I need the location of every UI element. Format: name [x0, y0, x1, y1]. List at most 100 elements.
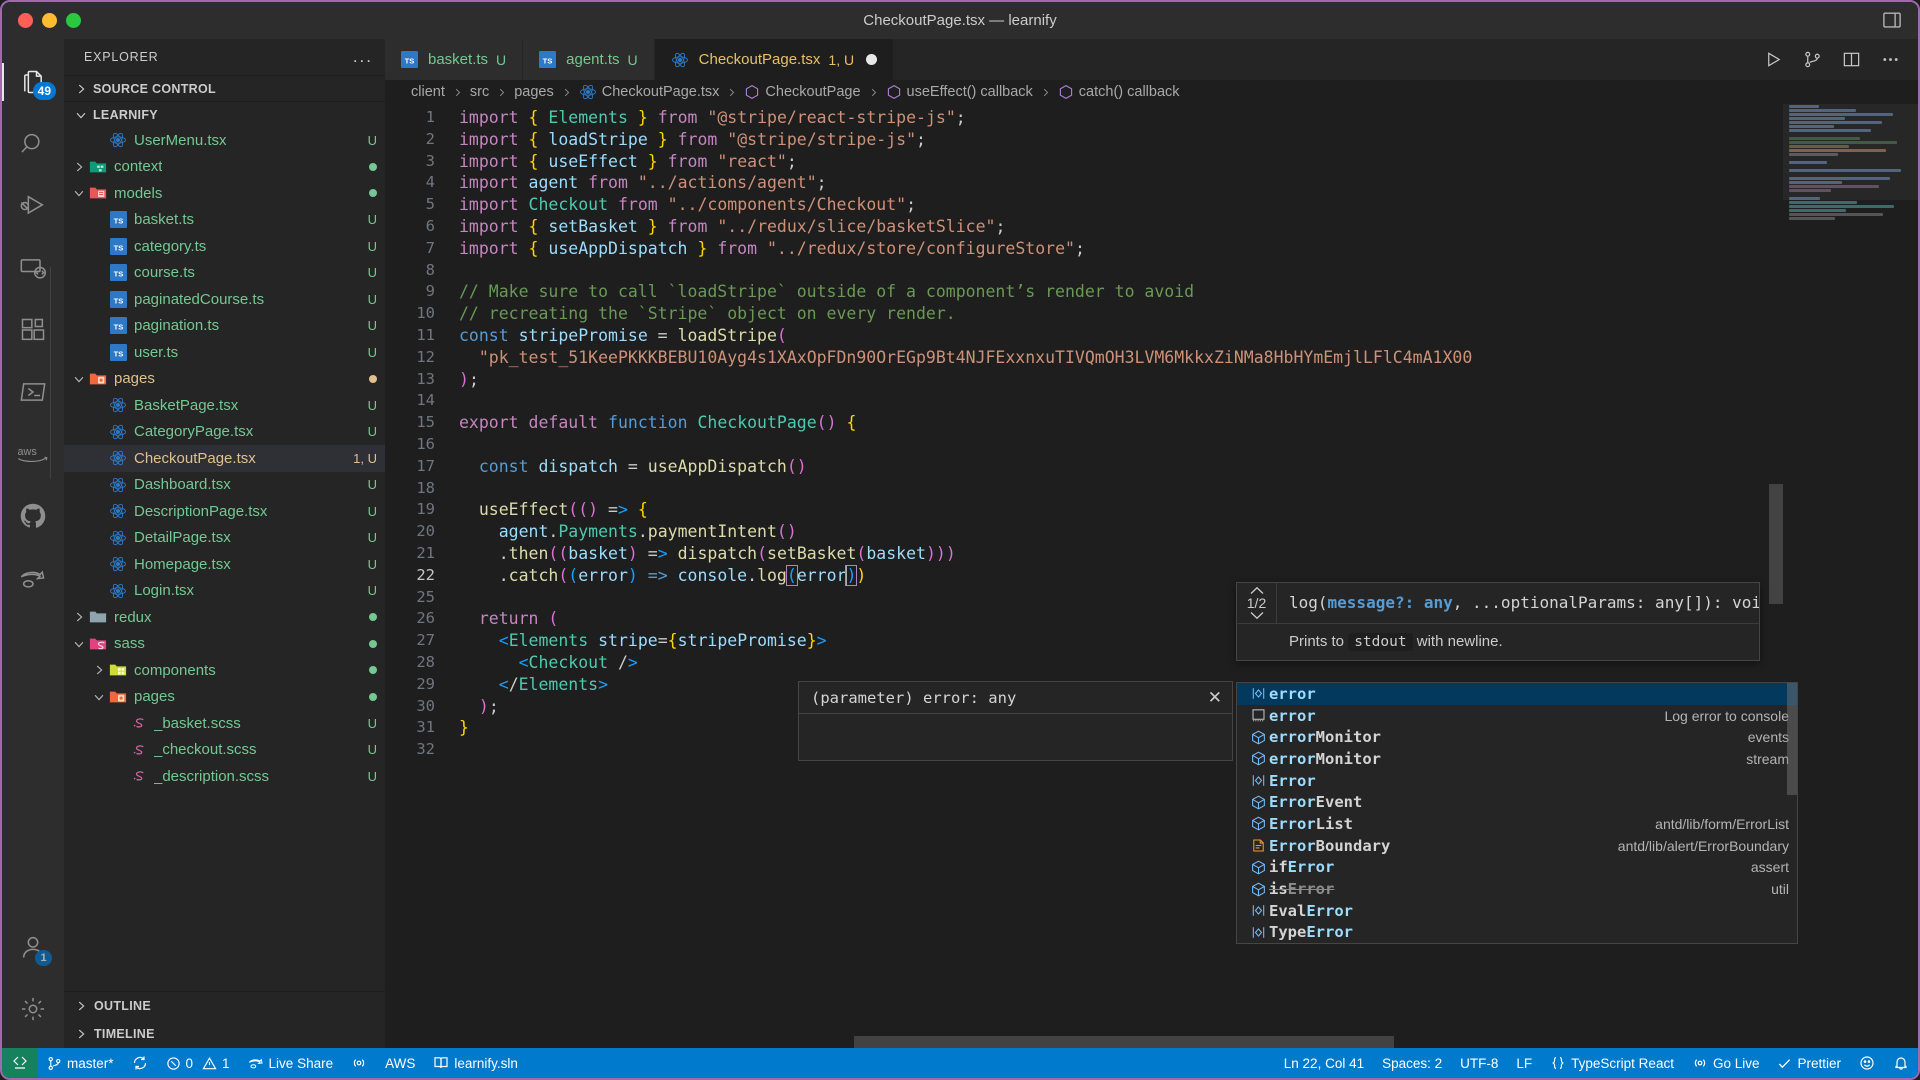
- sidebar-section-source-control[interactable]: SOURCE CONTROL: [64, 75, 385, 101]
- code-text[interactable]: import { useEffect } from "react";: [459, 151, 1918, 173]
- breadcrumb-item-catch-callback[interactable]: catch() callback: [1058, 84, 1180, 100]
- tree-item-category-ts[interactable]: TS category.ts U: [64, 233, 385, 260]
- tree-item-homepage-tsx[interactable]: Homepage.tsx U: [64, 551, 385, 578]
- signature-help-nav[interactable]: 1/2: [1237, 583, 1277, 623]
- tree-item-basketpage-tsx[interactable]: BasketPage.tsx U: [64, 392, 385, 419]
- code-text[interactable]: const dispatch = useAppDispatch(): [459, 456, 1918, 478]
- tree-item-components[interactable]: components: [64, 657, 385, 684]
- code-line[interactable]: 3 import { useEffect } from "react";: [385, 151, 1918, 173]
- code-text[interactable]: useEffect(() => {: [459, 499, 1918, 521]
- code-text[interactable]: agent.Payments.paymentIntent(): [459, 521, 1918, 543]
- breadcrumb-item-checkoutpage-tsx[interactable]: CheckoutPage.tsx: [579, 83, 719, 101]
- tree-item-context[interactable]: context: [64, 154, 385, 181]
- chevron-down-icon[interactable]: [72, 637, 88, 651]
- close-icon[interactable]: ✕: [1208, 688, 1222, 708]
- suggest-item[interactable]: EvalError: [1237, 900, 1797, 922]
- tree-item--checkout-scss[interactable]: _checkout.scss U: [64, 737, 385, 764]
- chevron-down-icon[interactable]: [72, 186, 88, 200]
- editor-tab-basket-ts[interactable]: TS basket.ts U: [385, 39, 524, 80]
- activitybar-item-extensions[interactable]: [2, 299, 64, 361]
- status-encoding[interactable]: UTF-8: [1451, 1048, 1507, 1078]
- activitybar-item-manage-settings[interactable]: [2, 978, 64, 1040]
- activitybar-item-explorer[interactable]: 49: [2, 51, 64, 113]
- sidebar-section-learnify[interactable]: LEARNIFY: [64, 101, 385, 127]
- tree-item--basket-scss[interactable]: _basket.scss U: [64, 710, 385, 737]
- code-text[interactable]: import Checkout from "../components/Chec…: [459, 194, 1918, 216]
- code-text[interactable]: import { Elements } from "@stripe/react-…: [459, 107, 1918, 129]
- breadcrumb[interactable]: client src pages CheckoutPage.tsx CheckoutPa…: [385, 80, 1918, 104]
- tree-item-detailpage-tsx[interactable]: DetailPage.tsx U: [64, 525, 385, 552]
- chevron-right-icon[interactable]: [72, 160, 88, 174]
- play-icon[interactable]: [1764, 50, 1783, 69]
- activitybar-item-run-and-debug[interactable]: [2, 175, 64, 237]
- breadcrumb-item-useeffect-callback[interactable]: useEffect() callback: [886, 84, 1033, 100]
- suggest-item[interactable]: isError util: [1237, 878, 1797, 900]
- activitybar-item-github[interactable]: [2, 485, 64, 547]
- activitybar-item-aws-toolkit[interactable]: aws: [2, 423, 64, 485]
- breadcrumb-item-client[interactable]: client: [411, 84, 445, 100]
- minimize-window-button[interactable]: [42, 12, 57, 28]
- tree-item-paginatedcourse-ts[interactable]: TS paginatedCourse.ts U: [64, 286, 385, 313]
- chevron-down-icon[interactable]: [92, 690, 108, 704]
- chevron-right-icon[interactable]: [72, 610, 88, 624]
- tree-item--description-scss[interactable]: _description.scss U: [64, 763, 385, 790]
- tree-item-basket-ts[interactable]: TS basket.ts U: [64, 207, 385, 234]
- code-text[interactable]: const stripePromise = loadStripe(: [459, 325, 1918, 347]
- code-text[interactable]: import { setBasket } from "../redux/slic…: [459, 216, 1918, 238]
- chevron-up-icon[interactable]: [1249, 586, 1265, 595]
- code-line[interactable]: 2 import { loadStripe } from "@stripe/str…: [385, 129, 1918, 151]
- suggest-item[interactable]: TypeError: [1237, 922, 1797, 943]
- status-eol[interactable]: LF: [1507, 1048, 1541, 1078]
- vertical-scrollbar-thumb[interactable]: [1769, 484, 1783, 604]
- activitybar-item-accounts[interactable]: 1: [2, 916, 64, 978]
- status-sync[interactable]: [123, 1048, 157, 1078]
- code-line[interactable]: 20 agent.Payments.paymentIntent(): [385, 521, 1918, 543]
- suggest-widget[interactable]: error error Log error to console errorMonit…: [1236, 682, 1798, 944]
- code-line[interactable]: 18: [385, 478, 1918, 500]
- suggest-item[interactable]: error: [1237, 683, 1797, 705]
- code-line[interactable]: 6 import { setBasket } from "../redux/sli…: [385, 216, 1918, 238]
- status-ports[interactable]: [342, 1048, 376, 1078]
- ellipsis-icon[interactable]: [1881, 50, 1900, 69]
- maximize-window-button[interactable]: [66, 12, 81, 28]
- code-line[interactable]: 8: [385, 260, 1918, 282]
- activitybar-item-search[interactable]: [2, 113, 64, 175]
- chevron-down-icon[interactable]: [72, 372, 88, 386]
- code-text[interactable]: import agent from "../actions/agent";: [459, 172, 1918, 194]
- tree-item-pagination-ts[interactable]: TS pagination.ts U: [64, 313, 385, 340]
- tree-item-categorypage-tsx[interactable]: CategoryPage.tsx U: [64, 419, 385, 446]
- code-text[interactable]: // recreating the `Stripe` object on eve…: [459, 303, 1918, 325]
- code-line[interactable]: 12 "pk_test_51KeePKKKBEBU10Ayg4s1XAxOpFD…: [385, 347, 1918, 369]
- suggest-list[interactable]: error error Log error to console errorMonit…: [1237, 683, 1797, 943]
- code-line[interactable]: 9 // Make sure to call `loadStripe` outsi…: [385, 281, 1918, 303]
- sidebar-section-outline[interactable]: OUTLINE: [64, 992, 385, 1020]
- code-line[interactable]: 4 import agent from "../actions/agent";: [385, 172, 1918, 194]
- tree-item-user-ts[interactable]: TS user.ts U: [64, 339, 385, 366]
- tree-item-descriptionpage-tsx[interactable]: DescriptionPage.tsx U: [64, 498, 385, 525]
- suggest-item[interactable]: ifError assert: [1237, 857, 1797, 879]
- code-line[interactable]: 21 .then((basket) => dispatch(setBasket(…: [385, 543, 1918, 565]
- activitybar-item-live-share[interactable]: [2, 547, 64, 609]
- tree-item-checkoutpage-tsx[interactable]: CheckoutPage.tsx 1, U: [64, 445, 385, 472]
- status-notifications[interactable]: [1884, 1048, 1918, 1078]
- breadcrumb-item-checkoutpage[interactable]: CheckoutPage: [744, 84, 861, 100]
- status-cursor-position[interactable]: Ln 22, Col 41: [1275, 1048, 1373, 1078]
- horizontal-scrollbar-thumb[interactable]: [854, 1036, 1394, 1048]
- editor-tab-checkoutpage-tsx[interactable]: CheckoutPage.tsx 1, U: [654, 39, 895, 80]
- tree-item-sass[interactable]: sass: [64, 631, 385, 658]
- code-line[interactable]: 17 const dispatch = useAppDispatch(): [385, 456, 1918, 478]
- tree-item-pages[interactable]: pages: [64, 366, 385, 393]
- code-text[interactable]: import { loadStripe } from "@stripe/stri…: [459, 129, 1918, 151]
- tab-dirty-indicator[interactable]: [866, 54, 878, 65]
- code-line[interactable]: 13);: [385, 369, 1918, 391]
- code-line[interactable]: 16: [385, 434, 1918, 456]
- breadcrumb-item-src[interactable]: src: [470, 84, 489, 100]
- status-prettier[interactable]: Prettier: [1768, 1048, 1850, 1078]
- status-problems[interactable]: 0 1: [157, 1048, 239, 1078]
- code-text[interactable]: import { useAppDispatch } from "../redux…: [459, 238, 1918, 260]
- tree-item-login-tsx[interactable]: Login.tsx U: [64, 578, 385, 605]
- suggest-scrollbar-thumb[interactable]: [1787, 683, 1797, 795]
- tree-item-dashboard-tsx[interactable]: Dashboard.tsx U: [64, 472, 385, 499]
- suggest-item[interactable]: ErrorList antd/lib/form/ErrorList: [1237, 813, 1797, 835]
- code-text[interactable]: "pk_test_51KeePKKKBEBU10Ayg4s1XAxOpFDn90…: [459, 347, 1918, 369]
